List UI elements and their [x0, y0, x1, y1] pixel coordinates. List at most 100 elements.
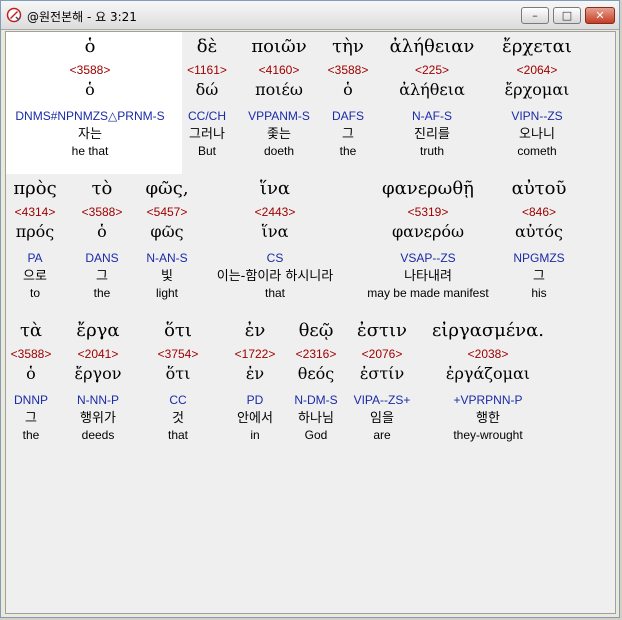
- english-gloss: the: [93, 286, 111, 300]
- greek-word: ἔργα: [76, 320, 120, 341]
- strong-number: <1161>: [187, 63, 227, 77]
- korean-gloss: 그: [96, 269, 108, 284]
- interlinear-word[interactable]: ἔργα <2041> ἔργον N-NN-P 행위가 deeds: [60, 320, 136, 442]
- morphology-code: VPPANM-S: [248, 109, 310, 123]
- interlinear-word[interactable]: ἵνα <2443> ἵνα CS 이는-함이라 하시니라 that: [200, 178, 350, 300]
- strong-number: <2316>: [295, 347, 337, 361]
- greek-word: φανερωθῇ: [382, 178, 474, 199]
- strong-number: <3754>: [157, 347, 199, 361]
- lemma: ποιέω: [255, 80, 303, 99]
- korean-gloss: 그: [533, 269, 545, 284]
- korean-gloss: 것: [172, 411, 184, 426]
- app-icon: [6, 7, 22, 23]
- lemma: ἵνα: [261, 222, 289, 241]
- english-gloss: God: [304, 428, 328, 442]
- english-gloss: that: [264, 286, 285, 300]
- lemma: αὐτός: [515, 222, 563, 241]
- english-gloss: But: [197, 144, 216, 158]
- interlinear-word[interactable]: ὁ <3588> ὁ DNMS#NPNMZS△PRNM-S 자는 he that: [6, 36, 174, 158]
- interlinear-word[interactable]: τὸ <3588> ὁ DANS 그 the: [72, 178, 132, 300]
- interlinear-word[interactable]: φανερωθῇ <5319> φανερόω VSAP--ZS 나타내려 ma…: [350, 178, 506, 300]
- morphology-code: NPGMZS: [513, 251, 565, 265]
- strong-number: <5319>: [407, 205, 449, 219]
- english-gloss: light: [155, 286, 178, 300]
- morphology-code: N-DM-S: [294, 393, 338, 407]
- korean-gloss: 그: [25, 411, 37, 426]
- strong-number: <3588>: [69, 63, 111, 77]
- korean-gloss: 안에서: [237, 411, 273, 426]
- interlinear-word[interactable]: πρὸς <4314> πρός PA 으로 to: [6, 178, 64, 300]
- morphology-code: CC: [169, 393, 187, 407]
- interlinear-word[interactable]: τὴν <3588> ὁ DAFS 그 the: [319, 36, 377, 158]
- maximize-icon: □: [561, 9, 573, 22]
- morphology-code: N-AF-S: [412, 109, 452, 123]
- strong-number: <2443>: [254, 205, 296, 219]
- interlinear-word[interactable]: ἔρχεται <2064> ἔρχομαι VIPN--ZS 오나니 come…: [487, 36, 587, 158]
- greek-word: φῶς,: [145, 178, 189, 199]
- lemma: ἐν: [245, 364, 265, 383]
- strong-number: <2038>: [467, 347, 509, 361]
- english-gloss: truth: [419, 144, 444, 158]
- greek-word: πρὸς: [13, 178, 57, 199]
- english-gloss: the: [22, 428, 40, 442]
- interlinear-word[interactable]: δὲ <1161> δώ CC/CH 그러나 But: [177, 36, 237, 158]
- morphology-code: DANS: [85, 251, 119, 265]
- app-window: @원전본해 - 요 3:21 – □ ✕ ὁ <3588> ὁ DNMS#NPN…: [0, 0, 620, 618]
- interlinear-word[interactable]: ποιῶν <4160> ποιέω VPPANM-S 좇는 doeth: [239, 36, 319, 158]
- greek-word: τὴν: [332, 36, 364, 57]
- interlinear-word[interactable]: ἐν <1722> ἐν PD 안에서 in: [222, 320, 288, 442]
- title-bar[interactable]: @원전본해 - 요 3:21 – □ ✕: [1, 1, 619, 30]
- greek-word: ἀλήθειαν: [389, 36, 475, 57]
- interlinear-word[interactable]: ἐστιν <2076> ἐστίν VIPA--ZS+ 임을 are: [346, 320, 418, 442]
- greek-word: δὲ: [196, 36, 218, 57]
- minimize-button[interactable]: –: [521, 7, 549, 24]
- interlinear-word[interactable]: αὐτοῦ <846> αὐτός NPGMZS 그 his: [506, 178, 572, 300]
- interlinear-word[interactable]: ἀλήθειαν <225> ἀλήθεια N-AF-S 진리를 truth: [377, 36, 487, 158]
- korean-gloss: 행위가: [80, 411, 116, 426]
- lemma: θεός: [297, 364, 335, 383]
- greek-word: ὁ: [84, 36, 96, 57]
- greek-word: ἔρχεται: [502, 36, 572, 57]
- lemma: ἀλήθεια: [399, 80, 465, 99]
- interlinear-word[interactable]: θεῷ <2316> θεός N-DM-S 하나님 God: [286, 320, 346, 442]
- english-gloss: the: [339, 144, 357, 158]
- strong-number: <3588>: [327, 63, 369, 77]
- korean-gloss: 나타내려: [404, 269, 452, 284]
- korean-gloss: 진리를: [414, 127, 450, 142]
- english-gloss: that: [167, 428, 188, 442]
- morphology-code: VSAP--ZS: [400, 251, 456, 265]
- greek-word: θεῷ: [298, 320, 334, 341]
- korean-gloss: 임을: [370, 411, 394, 426]
- english-gloss: deeds: [81, 428, 115, 442]
- english-gloss: his: [531, 286, 547, 300]
- english-gloss: they-wrought: [453, 428, 523, 442]
- morphology-code: N-AN-S: [146, 251, 188, 265]
- strong-number: <2064>: [516, 63, 558, 77]
- strong-number: <225>: [414, 63, 450, 77]
- interlinear-word[interactable]: ὅτι <3754> ὅτι CC 것 that: [144, 320, 212, 442]
- korean-gloss: 하나님: [298, 411, 334, 426]
- morphology-code: PD: [246, 393, 264, 407]
- greek-word: εἰργασμένα.: [431, 320, 544, 341]
- strong-number: <4160>: [258, 63, 300, 77]
- korean-gloss: 그: [342, 127, 354, 142]
- maximize-button[interactable]: □: [553, 7, 581, 24]
- greek-word: ἐν: [244, 320, 266, 341]
- lemma: πρός: [15, 222, 55, 241]
- close-button[interactable]: ✕: [585, 7, 615, 24]
- lemma: ὁ: [97, 222, 107, 241]
- window-title: @원전본해 - 요 3:21: [27, 10, 137, 24]
- korean-gloss: 행한: [476, 411, 500, 426]
- strong-number: <4314>: [14, 205, 56, 219]
- lemma: ἔρχομαι: [504, 80, 570, 99]
- strong-number: <2041>: [77, 347, 119, 361]
- interlinear-word[interactable]: τὰ <3588> ὁ DNNP 그 the: [6, 320, 56, 442]
- greek-word: ποιῶν: [251, 36, 307, 57]
- interlinear-word[interactable]: φῶς, <5457> φῶς N-AN-S 빛 light: [134, 178, 200, 300]
- lemma: ὁ: [85, 80, 95, 99]
- lemma: ἐστίν: [359, 364, 405, 383]
- english-gloss: are: [373, 428, 391, 442]
- interlinear-word[interactable]: εἰργασμένα. <2038> ἐργάζομαι +VPRPNN-P 행…: [418, 320, 558, 442]
- interlinear-view[interactable]: ὁ <3588> ὁ DNMS#NPNMZS△PRNM-S 자는 he that…: [5, 31, 616, 614]
- greek-word: ἐστιν: [357, 320, 407, 341]
